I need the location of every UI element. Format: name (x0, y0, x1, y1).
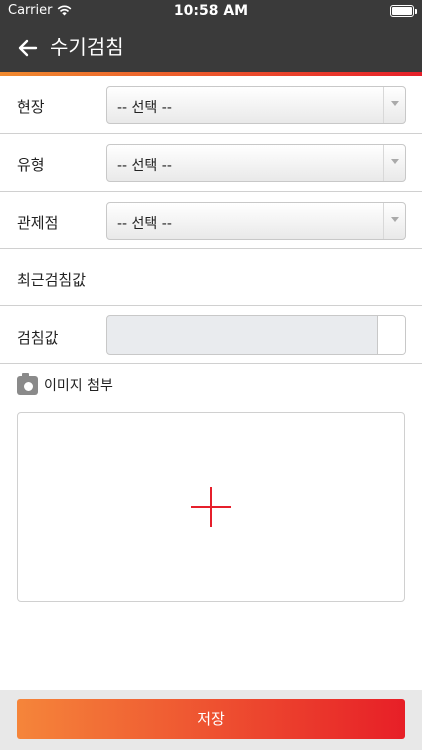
control-point-row: 관제점 -- 선택 -- (0, 192, 422, 249)
site-select[interactable]: -- 선택 -- (106, 86, 406, 124)
save-button[interactable]: 저장 (17, 699, 405, 739)
camera-icon (17, 372, 38, 395)
nav-bar: 수기검침 (0, 22, 422, 72)
status-bar: Carrier 10:58 AM (0, 0, 422, 22)
chevron-down-icon (383, 87, 405, 123)
page-title: 수기검침 (50, 35, 124, 59)
attach-label: 이미지 첨부 (44, 378, 113, 394)
site-label: 현장 (17, 98, 45, 116)
control-point-select-value: -- 선택 -- (117, 216, 172, 232)
recent-value-label: 최근검침값 (17, 271, 87, 289)
bottom-bar: 저장 (0, 690, 422, 750)
control-point-label: 관제점 (17, 214, 59, 232)
image-upload-area[interactable] (17, 412, 405, 602)
control-point-select[interactable]: -- 선택 -- (106, 202, 406, 240)
battery-icon (390, 5, 417, 17)
type-select[interactable]: -- 선택 -- (106, 144, 406, 182)
arrow-left-icon (18, 39, 38, 57)
reading-value-field (106, 315, 406, 355)
status-time: 10:58 AM (173, 3, 249, 19)
back-button[interactable] (14, 34, 42, 62)
plus-icon (191, 487, 231, 527)
type-label: 유형 (17, 156, 45, 174)
type-row: 유형 -- 선택 -- (0, 134, 422, 192)
attach-header: 이미지 첨부 (17, 372, 113, 395)
chevron-down-icon (383, 203, 405, 239)
reading-value-label: 검침값 (17, 329, 59, 347)
site-select-value: -- 선택 -- (117, 100, 172, 116)
chevron-down-icon (383, 145, 405, 181)
reading-value-side (377, 316, 405, 354)
reading-value-row: 검침값 (0, 306, 422, 364)
site-row: 현장 -- 선택 -- (0, 76, 422, 134)
type-select-value: -- 선택 -- (117, 158, 172, 174)
recent-value-row: 최근검침값 (0, 249, 422, 306)
reading-value-input[interactable] (107, 316, 377, 354)
